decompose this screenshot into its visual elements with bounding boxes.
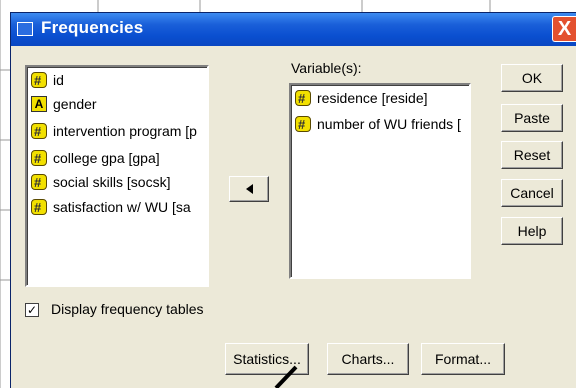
annotation-pointer-line xyxy=(274,365,298,388)
